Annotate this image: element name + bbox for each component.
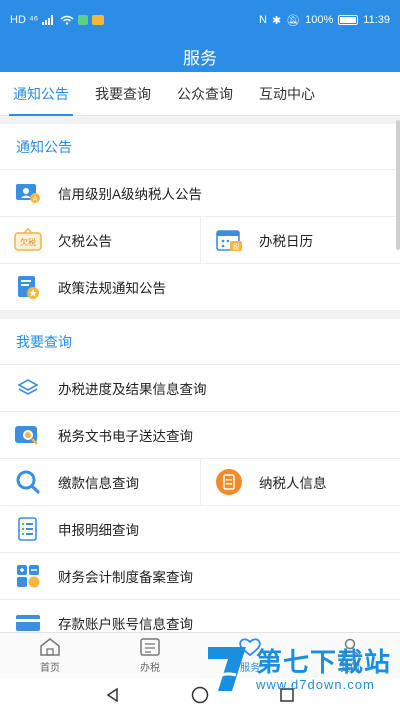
battery-icon [338,15,359,25]
item-label: 存款账户账号信息查询 [58,617,193,632]
tab-notice[interactable]: 通知公告 [9,72,73,116]
watermark-logo [208,647,246,691]
item-label: 缴款信息查询 [58,476,139,491]
tab-my-query[interactable]: 我要查询 [95,72,151,116]
watermark-title: 第七下载站 [256,646,392,677]
battery-percent: 100% [305,14,334,26]
back-icon[interactable] [105,687,121,703]
item-label: 纳税人信息 [259,476,327,491]
section-gap [0,116,400,124]
signal-icon [42,15,54,25]
item-label: 信用级别A级纳税人公告 [58,187,203,202]
calendar-icon: 税 [215,226,243,254]
nav-label: 办税 [140,663,160,674]
list-item-payment[interactable]: 缴款信息查询 [0,459,200,505]
status-left: HD ⁴⁶ [10,14,105,26]
nav-home[interactable]: 首页 [0,633,100,678]
list-item-accounting[interactable]: 财务会计制度备案查询 [0,553,400,600]
list-item-tax-calendar[interactable]: 税 办税日历 [200,217,400,263]
app-notification-icon [78,15,89,25]
home-icon [40,638,60,656]
layers-icon [14,374,42,402]
item-label: 税务文书电子送达查询 [58,429,193,444]
list-item-policy[interactable]: 政策法规通知公告 [0,264,400,311]
watermark: 第七下载站 www.d7down.com [202,630,392,708]
item-label: 财务会计制度备案查询 [58,570,193,585]
search-icon [14,468,42,496]
document-star-icon [14,273,42,301]
svg-text:A: A [33,195,38,203]
bluetooth-icon: ✱ [271,14,282,27]
list-item-documents[interactable]: 税务文书电子送达查询 [0,412,400,459]
tab-bar: 通知公告 我要查询 公众查询 互动中心 [0,72,400,116]
item-label: 政策法规通知公告 [58,281,166,296]
wifi-icon [60,15,74,25]
clock: 11:39 [363,14,390,26]
page-header: 服务 [0,40,400,72]
section-title-query: 我要查询 [0,319,400,365]
status-bar: HD ⁴⁶ N ✱ 🔕︎ 100% 11:39 [0,0,400,40]
list-item-tax-arrears[interactable]: 欠税 欠税公告 [0,217,200,263]
mute-icon: 🔕︎ [286,14,301,27]
calendar-icon-label: 税 [233,242,240,251]
watermark-url: www.d7down.com [256,676,375,692]
taxpayer-info-icon [215,468,243,496]
arrears-board-icon: 欠税 [14,226,42,254]
list-row-split: 欠税 欠税公告 税 办税日历 [0,217,400,264]
nav-tax[interactable]: 办税 [100,633,200,678]
app-notification-icon [92,15,105,25]
scrollbar[interactable] [396,120,400,250]
list-document-icon [14,515,42,543]
item-label: 申报明细查询 [58,523,139,538]
item-label: 欠税公告 [58,234,112,249]
calculator-icon [14,562,42,590]
service-list[interactable]: 通知公告 A 信用级别A级纳税人公告 欠税 欠税公告 税 办税日历 政策法规通知… [0,116,400,632]
arrears-icon-label: 欠税 [20,237,36,247]
list-item-taxpayer-info[interactable]: 纳税人信息 [200,459,400,505]
item-label: 办税日历 [259,234,313,249]
nfc-icon: N [259,14,267,26]
item-label: 办税进度及结果信息查询 [58,382,207,397]
section-gap [0,311,400,319]
status-right: N ✱ 🔕︎ 100% 11:39 [259,14,390,27]
section-title-notice: 通知公告 [0,124,400,170]
tax-icon [140,638,160,656]
tab-interaction[interactable]: 互动中心 [259,72,315,116]
list-item-progress[interactable]: 办税进度及结果信息查询 [0,365,400,412]
document-search-icon [14,421,42,449]
list-row-split: 缴款信息查询 纳税人信息 [0,459,400,506]
tab-public-query[interactable]: 公众查询 [177,72,233,116]
list-item-declaration[interactable]: 申报明细查询 [0,506,400,553]
nav-label: 首页 [40,663,60,674]
page-title: 服务 [183,48,217,68]
list-item-bank-account[interactable]: 存款账户账号信息查询 [0,600,400,632]
bank-card-icon [14,609,42,632]
network-indicator: HD ⁴⁶ [10,14,39,26]
certificate-icon: A [14,179,42,207]
list-item-credit-a[interactable]: A 信用级别A级纳税人公告 [0,170,400,217]
